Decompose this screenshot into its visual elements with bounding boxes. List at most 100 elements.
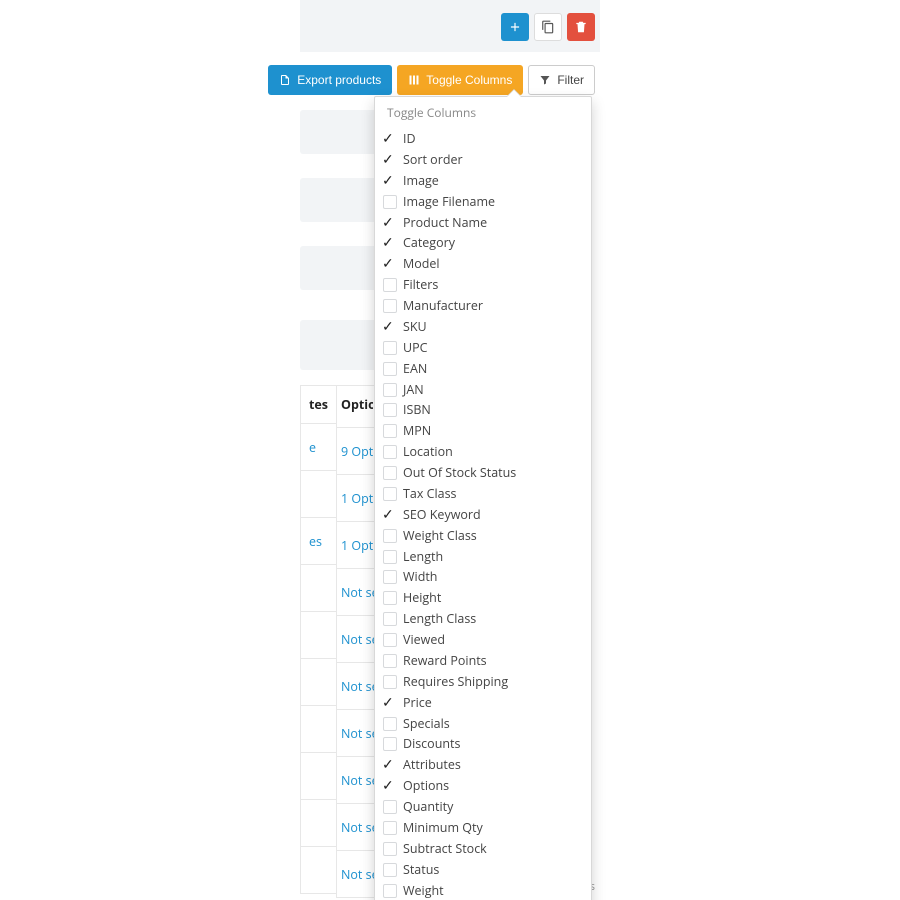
toggle-column-label: Image Filename <box>403 194 495 211</box>
toggle-column-item[interactable]: Out Of Stock Status <box>383 463 581 484</box>
toggle-column-item[interactable]: Reward Points <box>383 651 581 672</box>
toggle-column-label: Weight Class <box>403 528 477 545</box>
toggle-column-item[interactable]: Quantity <box>383 797 581 818</box>
copy-icon <box>541 20 555 34</box>
export-products-button[interactable]: Export products <box>268 65 392 95</box>
toggle-column-item[interactable]: Model <box>383 254 581 275</box>
toggle-column-label: Out Of Stock Status <box>403 465 516 482</box>
filter-button[interactable]: Filter <box>528 65 595 95</box>
toggle-column-checkbox[interactable] <box>383 299 397 313</box>
export-products-label: Export products <box>297 73 381 87</box>
toggle-column-item[interactable]: Specials <box>383 714 581 735</box>
toggle-column-checkbox[interactable] <box>383 821 397 835</box>
toggle-column-checkbox[interactable] <box>383 800 397 814</box>
toggle-column-item[interactable]: Discounts <box>383 734 581 755</box>
toggle-column-checkbox[interactable] <box>383 257 397 271</box>
toggle-column-checkbox[interactable] <box>383 654 397 668</box>
toggle-column-item[interactable]: Options <box>383 776 581 797</box>
toggle-column-checkbox[interactable] <box>383 174 397 188</box>
toggle-column-checkbox[interactable] <box>383 550 397 564</box>
column-header-label: tes <box>309 396 328 413</box>
toggle-column-item[interactable]: Category <box>383 233 581 254</box>
toggle-column-checkbox[interactable] <box>383 278 397 292</box>
attributes-link[interactable]: es <box>309 533 322 550</box>
toggle-column-item[interactable]: Product Name <box>383 213 581 234</box>
toggle-column-item[interactable]: Width <box>383 567 581 588</box>
toggle-column-item[interactable]: Tax Class <box>383 484 581 505</box>
toggle-column-label: Length <box>403 549 443 566</box>
toggle-column-checkbox[interactable] <box>383 863 397 877</box>
toggle-column-item[interactable]: SEO Keyword <box>383 505 581 526</box>
toggle-column-checkbox[interactable] <box>383 424 397 438</box>
toggle-column-item[interactable]: Requires Shipping <box>383 672 581 693</box>
export-icon <box>279 74 291 86</box>
toggle-columns-list: IDSort order Image Image Filename Product N… <box>375 127 591 900</box>
toggle-column-label: Viewed <box>403 632 445 649</box>
attributes-link[interactable]: e <box>309 439 316 456</box>
toggle-column-item[interactable]: ID <box>383 129 581 150</box>
toggle-column-checkbox[interactable] <box>383 508 397 522</box>
toggle-column-item[interactable]: Filters <box>383 275 581 296</box>
toggle-column-label: SEO Keyword <box>403 507 481 524</box>
toggle-column-item[interactable]: Location <box>383 442 581 463</box>
toggle-column-item[interactable]: Image Filename <box>383 192 581 213</box>
toggle-column-label: Specials <box>403 716 450 733</box>
toggle-column-item[interactable]: Minimum Qty <box>383 818 581 839</box>
toggle-column-checkbox[interactable] <box>383 591 397 605</box>
toggle-column-item[interactable]: Length <box>383 547 581 568</box>
toggle-column-checkbox[interactable] <box>383 320 397 334</box>
filter-icon <box>539 74 551 86</box>
delete-button[interactable] <box>567 13 595 41</box>
toggle-column-checkbox[interactable] <box>383 195 397 209</box>
toggle-column-item[interactable]: Price <box>383 693 581 714</box>
toggle-column-item[interactable]: MPN <box>383 421 581 442</box>
toggle-column-checkbox[interactable] <box>383 466 397 480</box>
toggle-column-item[interactable]: EAN <box>383 359 581 380</box>
toggle-column-checkbox[interactable] <box>383 153 397 167</box>
toggle-column-checkbox[interactable] <box>383 717 397 731</box>
copy-button[interactable] <box>534 13 562 41</box>
toggle-column-checkbox[interactable] <box>383 633 397 647</box>
toggle-column-item[interactable]: JAN <box>383 380 581 401</box>
toggle-column-checkbox[interactable] <box>383 341 397 355</box>
toggle-column-checkbox[interactable] <box>383 737 397 751</box>
toggle-column-checkbox[interactable] <box>383 236 397 250</box>
add-button[interactable] <box>501 13 529 41</box>
toggle-column-checkbox[interactable] <box>383 842 397 856</box>
toggle-column-item[interactable]: Viewed <box>383 630 581 651</box>
toggle-column-item[interactable]: Length Class <box>383 609 581 630</box>
toggle-column-item[interactable]: Weight Class <box>383 526 581 547</box>
toggle-column-item[interactable]: Sort order <box>383 150 581 171</box>
toggle-column-label: Product Name <box>403 215 487 232</box>
toggle-column-item[interactable]: Height <box>383 588 581 609</box>
toggle-column-item[interactable]: Weight <box>383 881 581 900</box>
toggle-column-checkbox[interactable] <box>383 529 397 543</box>
toggle-column-item[interactable]: Image <box>383 171 581 192</box>
toggle-column-item[interactable]: ISBN <box>383 400 581 421</box>
toggle-column-item[interactable]: Attributes <box>383 755 581 776</box>
toggle-column-checkbox[interactable] <box>383 383 397 397</box>
toggle-column-label: Price <box>403 695 432 712</box>
toggle-column-checkbox[interactable] <box>383 884 397 898</box>
toggle-column-label: Width <box>403 569 437 586</box>
toggle-column-checkbox[interactable] <box>383 132 397 146</box>
toggle-columns-button[interactable]: Toggle Columns <box>397 65 523 95</box>
toggle-column-checkbox[interactable] <box>383 779 397 793</box>
toggle-column-checkbox[interactable] <box>383 403 397 417</box>
toggle-column-checkbox[interactable] <box>383 216 397 230</box>
toggle-column-checkbox[interactable] <box>383 675 397 689</box>
toggle-column-label: Image <box>403 173 439 190</box>
toggle-column-item[interactable]: Status <box>383 860 581 881</box>
toggle-column-checkbox[interactable] <box>383 570 397 584</box>
toggle-column-item[interactable]: SKU <box>383 317 581 338</box>
toggle-column-item[interactable]: UPC <box>383 338 581 359</box>
toggle-column-checkbox[interactable] <box>383 612 397 626</box>
toggle-column-checkbox[interactable] <box>383 445 397 459</box>
toggle-column-checkbox[interactable] <box>383 696 397 710</box>
action-button-group <box>501 13 595 41</box>
toggle-column-item[interactable]: Manufacturer <box>383 296 581 317</box>
toggle-column-checkbox[interactable] <box>383 758 397 772</box>
toggle-column-checkbox[interactable] <box>383 487 397 501</box>
toggle-column-item[interactable]: Subtract Stock <box>383 839 581 860</box>
toggle-column-checkbox[interactable] <box>383 362 397 376</box>
